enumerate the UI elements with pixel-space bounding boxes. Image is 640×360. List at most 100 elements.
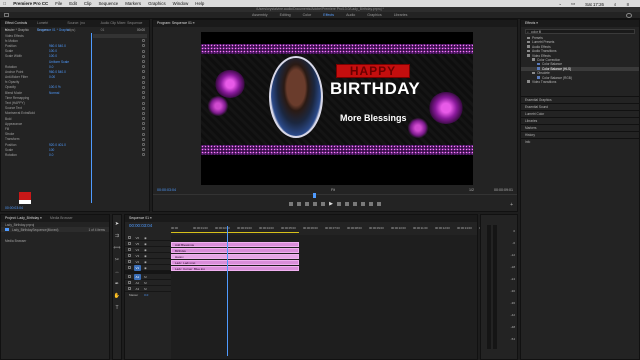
track-name[interactable]: V3	[134, 253, 142, 259]
resolution-dropdown[interactable]: 1/2	[469, 188, 474, 192]
lock-icon[interactable]	[128, 266, 131, 269]
property-value[interactable]: 920.0 401.0	[49, 143, 66, 147]
stroke-color-swatch[interactable]	[19, 200, 31, 204]
keyframe-toggle-icon[interactable]	[142, 75, 145, 79]
birthday-text[interactable]: BIRTHDAY	[330, 80, 430, 98]
keyframe-toggle-icon[interactable]	[142, 153, 145, 157]
workspace-editing[interactable]: Editing	[274, 13, 297, 18]
tab-media-browser[interactable]: Media Browser	[46, 215, 77, 222]
pen-tool-icon[interactable]: ✒	[115, 281, 119, 287]
ripple-edit-icon[interactable]: ⟺	[113, 245, 120, 251]
tab-audio-clip-mixer[interactable]: Audio Clip Mixer: Sequence 01	[97, 20, 149, 32]
keyframe-toggle-icon[interactable]	[142, 39, 145, 43]
track-name[interactable]: V5	[134, 241, 142, 247]
workspace-graphics[interactable]: Graphics	[361, 13, 387, 18]
mute-icon[interactable]: M	[144, 286, 147, 292]
side-panel-essential-sound[interactable]: Essential Sound	[521, 103, 639, 110]
lock-icon[interactable]	[128, 281, 131, 284]
lock-icon[interactable]	[128, 254, 131, 257]
property-value[interactable]: 100.0	[49, 49, 57, 53]
keyframe-toggle-icon[interactable]	[142, 117, 145, 121]
program-playhead[interactable]	[313, 193, 316, 198]
add-button-icon[interactable]: +	[510, 202, 513, 208]
menu-sequence[interactable]: Sequence	[98, 1, 118, 6]
tab-program[interactable]: Program: Sequence 01 ≡	[153, 20, 199, 27]
property-value[interactable]: 100.0	[49, 54, 57, 58]
workspace-audio[interactable]: Audio	[340, 13, 361, 18]
keyframe-toggle-icon[interactable]	[142, 143, 145, 147]
side-panel-libraries[interactable]: Libraries	[521, 117, 639, 124]
go-to-out-icon[interactable]	[344, 202, 349, 206]
track-name[interactable]: V4	[134, 247, 142, 253]
keyframe-toggle-icon[interactable]	[142, 122, 145, 126]
track-select-icon[interactable]: ⇉	[115, 233, 119, 239]
timeline-clip[interactable]: Happy	[171, 253, 299, 259]
marker-icon[interactable]	[289, 202, 294, 206]
timeline-clip[interactable]: Lady_Corner_Blue.jpg	[171, 265, 299, 271]
clock[interactable]: Sat 17:26	[585, 2, 604, 7]
lift-icon[interactable]	[352, 202, 357, 206]
happy-text[interactable]: HAPPY	[336, 64, 410, 78]
property-value[interactable]: 0.0	[49, 153, 53, 157]
workspace-color[interactable]: Color	[297, 13, 318, 18]
track-area[interactable]: Add Blessings Birthday Happy Lady_Lady.png L…	[171, 226, 477, 359]
master-clip-label[interactable]: Master * Graphic	[5, 28, 29, 32]
menu-clip[interactable]: Clip	[84, 1, 92, 6]
timeline-clip[interactable]: Lady_Lady.png	[171, 259, 299, 265]
home-icon[interactable]	[4, 13, 9, 17]
property-value[interactable]: 960.0 540.0	[49, 70, 66, 74]
tab-source[interactable]: Source: (no clips)	[63, 20, 96, 32]
keyframe-toggle-icon[interactable]	[142, 137, 145, 141]
razor-tool-icon[interactable]: ✂	[115, 257, 119, 263]
side-panel-history[interactable]: History	[521, 131, 639, 138]
program-timecode[interactable]: 00:00:03:04	[157, 188, 176, 192]
ec-timecode[interactable]: 00:00:03:04	[5, 206, 23, 210]
menu-help[interactable]: Help	[195, 1, 204, 6]
menu-list-icon[interactable]: ≡	[626, 2, 629, 7]
property-value[interactable]: 0.00	[49, 75, 55, 79]
tab-project[interactable]: Project: Lady_Birthday ≡	[1, 215, 46, 222]
step-forward-icon[interactable]	[336, 202, 341, 206]
menu-window[interactable]: Window	[173, 1, 189, 6]
keyframe-toggle-icon[interactable]	[142, 101, 145, 105]
blessings-text[interactable]: More Blessings	[340, 113, 430, 123]
keyframe-toggle-icon[interactable]	[142, 96, 145, 100]
track-name[interactable]: A2	[134, 280, 142, 286]
ec-playhead[interactable]	[91, 33, 92, 203]
search-icon[interactable]: ⌕	[614, 2, 616, 7]
timeline-timecode[interactable]: 00:00:03:04	[129, 223, 152, 228]
export-frame-icon[interactable]	[368, 202, 373, 206]
mark-out-icon[interactable]	[305, 202, 310, 206]
property-value[interactable]: Normal	[49, 91, 59, 95]
play-icon[interactable]: ▶	[329, 201, 333, 207]
sequence-clip-label[interactable]: Sequence 01 * Graphic	[37, 28, 70, 32]
side-panel-markers[interactable]: Markers	[521, 124, 639, 131]
keyframe-toggle-icon[interactable]	[142, 106, 145, 110]
search-icon[interactable]	[626, 13, 632, 18]
lock-icon[interactable]	[128, 275, 131, 278]
project-bin-item[interactable]: Lady_BirthdaySequence(Moved) 1 of 4 item…	[1, 227, 109, 233]
work-area-bar[interactable]	[171, 232, 299, 233]
side-panel-info[interactable]: Info	[521, 138, 639, 145]
keyframe-toggle-icon[interactable]	[142, 44, 145, 48]
slip-tool-icon[interactable]: ↔	[115, 269, 120, 275]
lock-icon[interactable]	[128, 260, 131, 263]
track-name[interactable]: V2	[134, 259, 142, 265]
side-panel-essential-graphics[interactable]: Essential Graphics	[521, 96, 639, 103]
keyframe-toggle-icon[interactable]	[142, 148, 145, 152]
track-name[interactable]: V1	[133, 264, 142, 271]
tab-effect-controls[interactable]: Effect Controls ≡	[1, 20, 33, 32]
lock-icon[interactable]	[128, 242, 131, 245]
lock-icon[interactable]	[128, 248, 131, 251]
keyframe-toggle-icon[interactable]	[142, 132, 145, 136]
keyframe-toggle-icon[interactable]	[142, 65, 145, 69]
keyframe-toggle-icon[interactable]	[142, 111, 145, 115]
go-to-in-icon[interactable]	[313, 202, 318, 206]
lock-icon[interactable]	[128, 287, 131, 290]
keyframe-toggle-icon[interactable]	[142, 91, 145, 95]
property-value[interactable]: 0.0	[49, 65, 53, 69]
keyframe-toggle-icon[interactable]	[142, 60, 145, 64]
property-value[interactable]: 100.0 %	[49, 85, 61, 89]
property-value[interactable]: 100	[49, 148, 54, 152]
video-frame[interactable]: HAPPY BIRTHDAY More Blessings	[201, 32, 473, 185]
